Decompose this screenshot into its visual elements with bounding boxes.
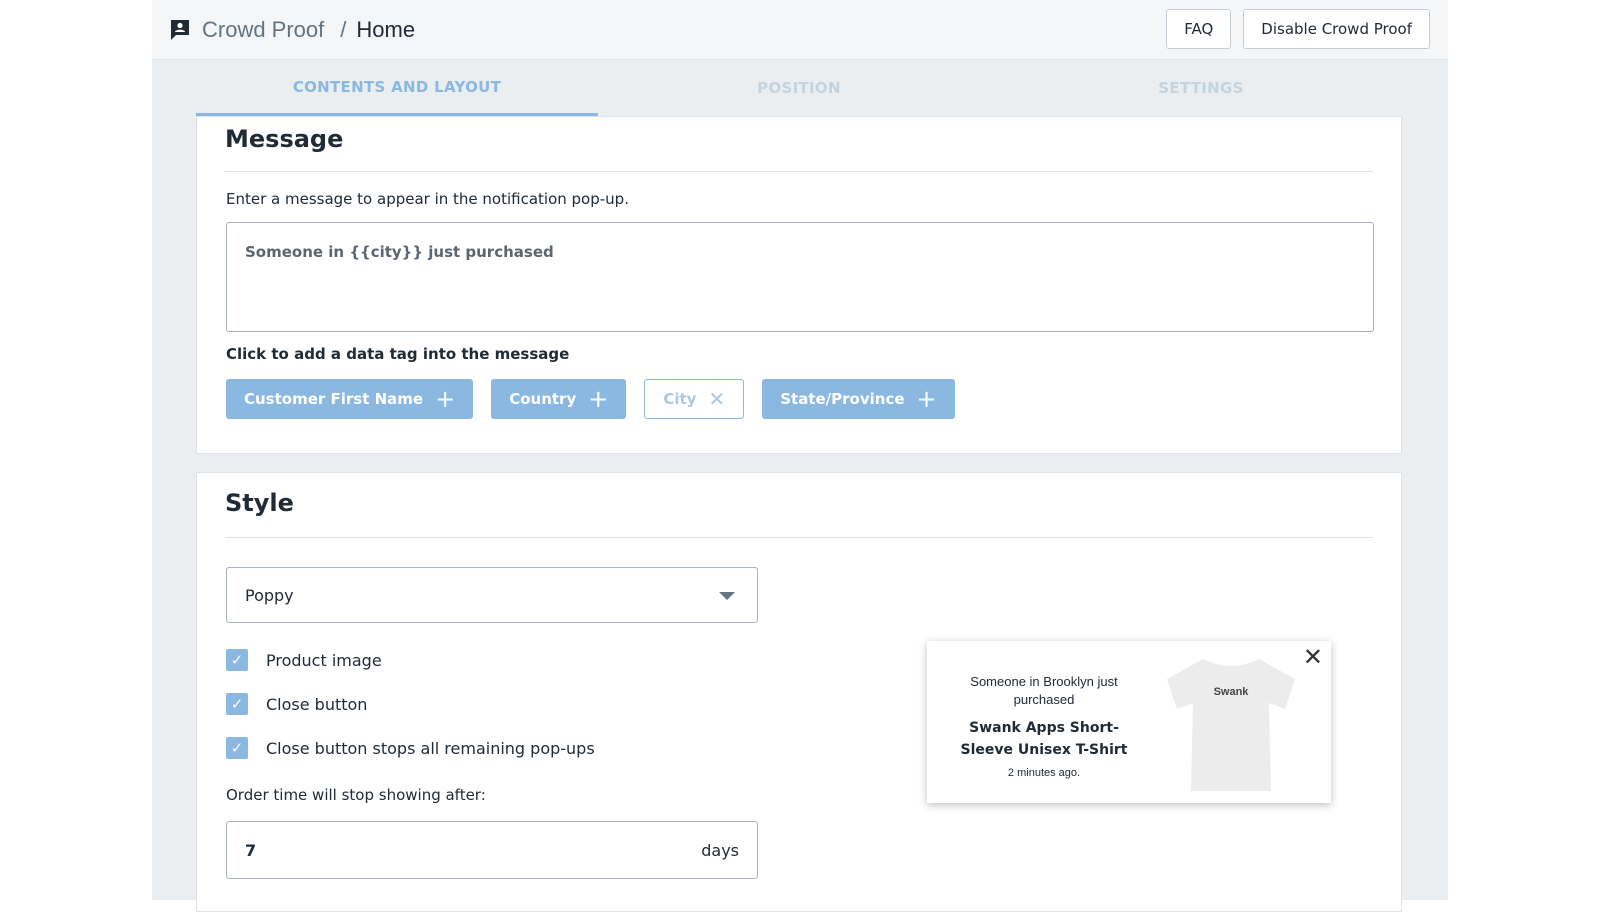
style-title: Style	[225, 489, 294, 517]
product-image: Swank	[1167, 659, 1295, 791]
tab-bar: CONTENTS AND LAYOUT POSITION SETTINGS	[196, 60, 1402, 116]
theme-value: Poppy	[245, 585, 294, 605]
style-card: Style Poppy ✓ Product image ✓ Close button…	[196, 472, 1402, 912]
preview-message: Someone in Brooklyn just purchased	[970, 674, 1118, 707]
faq-button[interactable]: FAQ	[1166, 9, 1232, 49]
message-textarea[interactable]: Someone in {{city}} just purchased	[226, 222, 1374, 332]
tag-customer-first-name[interactable]: Customer First Name +	[226, 379, 474, 419]
breadcrumb-app[interactable]: Crowd Proof	[202, 17, 324, 43]
checkbox-checked-icon[interactable]: ✓	[226, 693, 248, 715]
order-time-value: 7	[245, 840, 257, 860]
app: Crowd Proof / Home FAQ Disable Crowd Pro…	[152, 0, 1448, 912]
checkbox-label: Close button stops all remaining pop-ups	[266, 738, 595, 758]
top-bar: Crowd Proof / Home FAQ Disable Crowd Pro…	[152, 0, 1448, 60]
checkbox-close-button[interactable]: ✓ Close button	[226, 693, 367, 715]
notification-preview: Someone in Brooklyn just purchased Swank…	[927, 641, 1331, 803]
chevron-down-icon	[719, 592, 735, 600]
divider	[225, 537, 1373, 538]
tab-settings[interactable]: SETTINGS	[1000, 60, 1402, 116]
plus-icon: +	[916, 385, 937, 413]
theme-select[interactable]: Poppy	[226, 567, 758, 623]
preview-time: 2 minutes ago.	[1007, 767, 1081, 779]
breadcrumb-separator: /	[340, 16, 347, 42]
tags-label: Click to add a data tag into the message	[226, 345, 570, 363]
tag-state-province[interactable]: State/Province +	[762, 379, 955, 419]
disable-crowd-proof-button[interactable]: Disable Crowd Proof	[1243, 9, 1430, 49]
message-title: Message	[225, 125, 344, 153]
crowd-proof-logo-icon	[171, 19, 189, 40]
order-time-label: Order time will stop showing after:	[226, 786, 486, 804]
close-icon[interactable]: ✕	[1303, 643, 1323, 672]
checkbox-label: Close button	[266, 694, 368, 714]
divider	[225, 171, 1373, 172]
checkbox-product-image[interactable]: ✓ Product image	[226, 649, 382, 671]
plus-icon: +	[435, 385, 456, 413]
tab-contents-and-layout[interactable]: CONTENTS AND LAYOUT	[196, 60, 598, 116]
plus-icon: +	[588, 385, 609, 413]
checkbox-close-stops-all[interactable]: ✓ Close button stops all remaining pop-up…	[226, 737, 595, 759]
order-time-unit: days	[701, 840, 739, 860]
tab-position[interactable]: POSITION	[598, 60, 1000, 116]
checkbox-checked-icon[interactable]: ✓	[226, 649, 248, 671]
order-time-input[interactable]: 7 days	[226, 821, 758, 879]
tag-label: Country	[509, 390, 577, 408]
tag-label: Customer First Name	[244, 390, 424, 408]
close-icon[interactable]: ✕	[708, 389, 725, 409]
message-card: Message Enter a message to appear in the…	[196, 116, 1402, 454]
tag-city[interactable]: City ✕	[644, 379, 745, 419]
checkbox-checked-icon[interactable]: ✓	[226, 737, 248, 759]
preview-product: Swank Apps Short-Sleeve Unisex T-Shirt	[960, 720, 1128, 758]
tag-country[interactable]: Country +	[491, 379, 627, 419]
message-instructions: Enter a message to appear in the notific…	[226, 190, 629, 208]
shirt-text: Swank	[1214, 686, 1250, 698]
breadcrumb-current: Home	[356, 16, 416, 42]
tag-label: City	[663, 390, 697, 408]
tag-label: State/Province	[780, 390, 905, 408]
data-tags: Customer First Name + Country + City ✕ Stat…	[226, 379, 955, 419]
checkbox-label: Product image	[266, 650, 382, 670]
